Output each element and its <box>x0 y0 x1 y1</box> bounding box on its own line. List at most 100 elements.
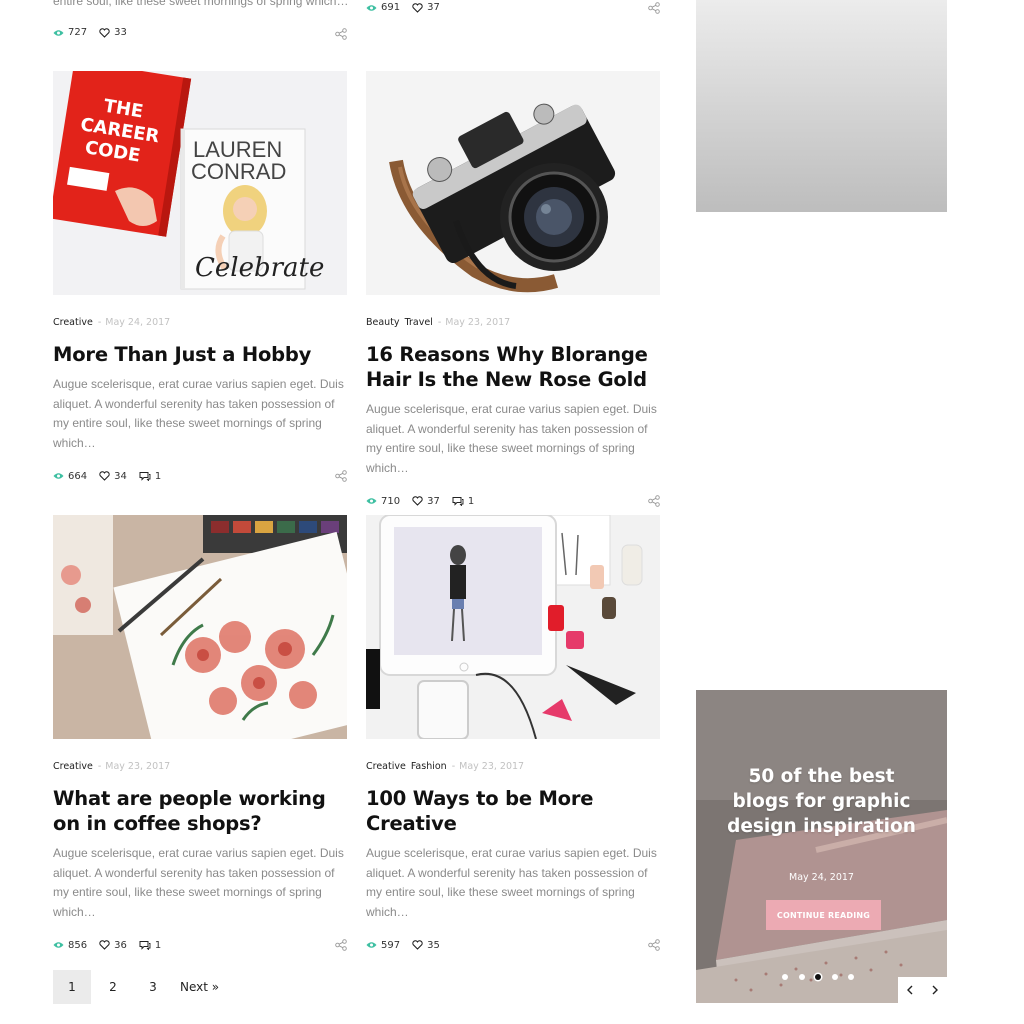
tablet-illustration <box>366 515 660 739</box>
slider-next-button[interactable] <box>923 977 948 1003</box>
page-2-button[interactable]: 2 <box>93 970 133 1004</box>
pagination: 1 2 3 Next » <box>53 970 219 1004</box>
chevron-right-icon <box>932 985 938 995</box>
page-3-button[interactable]: 3 <box>133 970 173 1004</box>
slider-dot[interactable] <box>798 974 805 980</box>
like-button[interactable]: 33 <box>99 27 127 38</box>
post-excerpt: Augue scelerisque, erat curae varius sap… <box>53 846 344 919</box>
sidebar-ad-banner[interactable] <box>696 0 947 212</box>
post-thumbnail-tablet[interactable] <box>366 515 660 739</box>
heart-icon <box>412 496 423 506</box>
views-count: 664 <box>53 471 87 482</box>
post-excerpt: Augue scelerisque, erat curae varius sap… <box>366 402 657 475</box>
comments-link[interactable]: 1 <box>452 496 474 507</box>
heart-icon <box>412 2 423 13</box>
post-stats: 597 35 <box>366 938 660 952</box>
like-button[interactable]: 36 <box>99 940 127 951</box>
post-thumbnail-books[interactable]: THE CAREER CODE LAUREN CONRAD Celebrate <box>53 71 347 295</box>
slider-prev-button[interactable] <box>898 977 923 1003</box>
slider-post-title[interactable]: 50 of the best blogs for graphic design … <box>696 764 947 839</box>
post-stats: 727 33 <box>53 27 139 38</box>
eye-icon <box>366 942 377 948</box>
comment-icon <box>139 472 151 481</box>
post-categories: Creative - May 24, 2017 <box>53 316 347 328</box>
heart-icon <box>99 940 110 950</box>
comments-link[interactable]: 1 <box>139 471 161 482</box>
like-button[interactable]: 37 <box>412 2 440 13</box>
post-stats: 691 37 <box>366 2 452 13</box>
post-title[interactable]: What are people working on in coffee sho… <box>53 786 347 836</box>
watercolor-illustration <box>53 515 347 739</box>
views-count: 727 <box>53 27 87 38</box>
separator: - <box>437 316 442 328</box>
slider-dots <box>782 974 865 980</box>
camera-illustration <box>366 71 660 295</box>
continue-reading-button[interactable]: CONTINUE READING <box>766 900 881 930</box>
share-icon[interactable] <box>335 939 347 951</box>
slider-post-date: May 24, 2017 <box>789 872 854 883</box>
views-count: 691 <box>366 2 400 13</box>
books-illustration: THE CAREER CODE LAUREN CONRAD Celebrate <box>53 71 347 295</box>
post-date: May 23, 2017 <box>445 316 511 328</box>
chevron-left-icon <box>907 985 913 995</box>
post-card: Creative - May 23, 2017 What are people … <box>53 515 347 952</box>
post-thumbnail-watercolor[interactable] <box>53 515 347 739</box>
page-1-button[interactable]: 1 <box>53 970 91 1004</box>
slider-dot-active[interactable] <box>815 974 821 980</box>
separator: - <box>451 760 456 772</box>
post-excerpt: entire soul, like these sweet mornings o… <box>53 0 349 8</box>
comments-link[interactable]: 1 <box>139 940 161 951</box>
slider-background-image <box>696 690 947 1003</box>
share-icon[interactable] <box>648 2 660 14</box>
separator: - <box>97 760 102 772</box>
category-link[interactable]: Creative <box>366 761 406 772</box>
views-count: 710 <box>366 496 400 507</box>
eye-icon <box>53 29 64 36</box>
category-link[interactable]: Creative <box>53 761 93 772</box>
category-link[interactable]: Travel <box>405 317 433 328</box>
category-link[interactable]: Fashion <box>411 761 447 772</box>
share-icon[interactable] <box>335 28 347 40</box>
post-date: May 24, 2017 <box>105 316 171 328</box>
category-link[interactable]: Beauty <box>366 317 400 328</box>
separator: - <box>97 316 102 328</box>
post-title[interactable]: More Than Just a Hobby <box>53 342 347 367</box>
heart-icon <box>412 940 423 950</box>
slider-dot[interactable] <box>848 974 854 980</box>
eye-icon <box>366 498 377 504</box>
views-count: 856 <box>53 940 87 951</box>
post-excerpt: Augue scelerisque, erat curae varius sap… <box>53 377 344 450</box>
post-categories: Creative - May 23, 2017 <box>53 760 347 772</box>
post-title[interactable]: 16 Reasons Why Blorange Hair Is the New … <box>366 342 660 392</box>
featured-slider: 50 of the best blogs for graphic design … <box>696 690 947 1003</box>
post-thumbnail-camera[interactable] <box>366 71 660 295</box>
views-count: 597 <box>366 940 400 951</box>
post-stats: 710 37 1 <box>366 494 660 508</box>
slider-dot[interactable] <box>831 974 838 980</box>
like-button[interactable]: 35 <box>412 940 440 951</box>
eye-icon <box>366 4 377 11</box>
post-card: Beauty Travel - May 23, 2017 16 Reasons … <box>366 71 660 508</box>
book-author-text: CONRAD <box>191 159 286 184</box>
post-card: Creative Fashion - May 23, 2017 100 Ways… <box>366 515 660 952</box>
comment-icon <box>139 941 151 950</box>
post-card: THE CAREER CODE LAUREN CONRAD Celebrate … <box>53 71 347 483</box>
next-page-link[interactable]: Next » <box>180 970 219 1004</box>
slider-dot[interactable] <box>782 974 788 980</box>
post-stats: 664 34 1 <box>53 469 347 483</box>
slider-navigation <box>898 977 947 1003</box>
heart-icon <box>99 27 110 38</box>
category-link[interactable]: Creative <box>53 317 93 328</box>
post-excerpt: Augue scelerisque, erat curae varius sap… <box>366 846 657 919</box>
post-stats: 856 36 1 <box>53 938 347 952</box>
post-date: May 23, 2017 <box>105 760 171 772</box>
share-icon[interactable] <box>335 470 347 482</box>
post-date: May 23, 2017 <box>459 760 525 772</box>
heart-icon <box>99 471 110 481</box>
book-script-text: Celebrate <box>195 253 324 283</box>
share-icon[interactable] <box>648 495 660 507</box>
share-icon[interactable] <box>648 939 660 951</box>
like-button[interactable]: 34 <box>99 471 127 482</box>
post-title[interactable]: 100 Ways to be More Creative <box>366 786 660 836</box>
like-button[interactable]: 37 <box>412 496 440 507</box>
